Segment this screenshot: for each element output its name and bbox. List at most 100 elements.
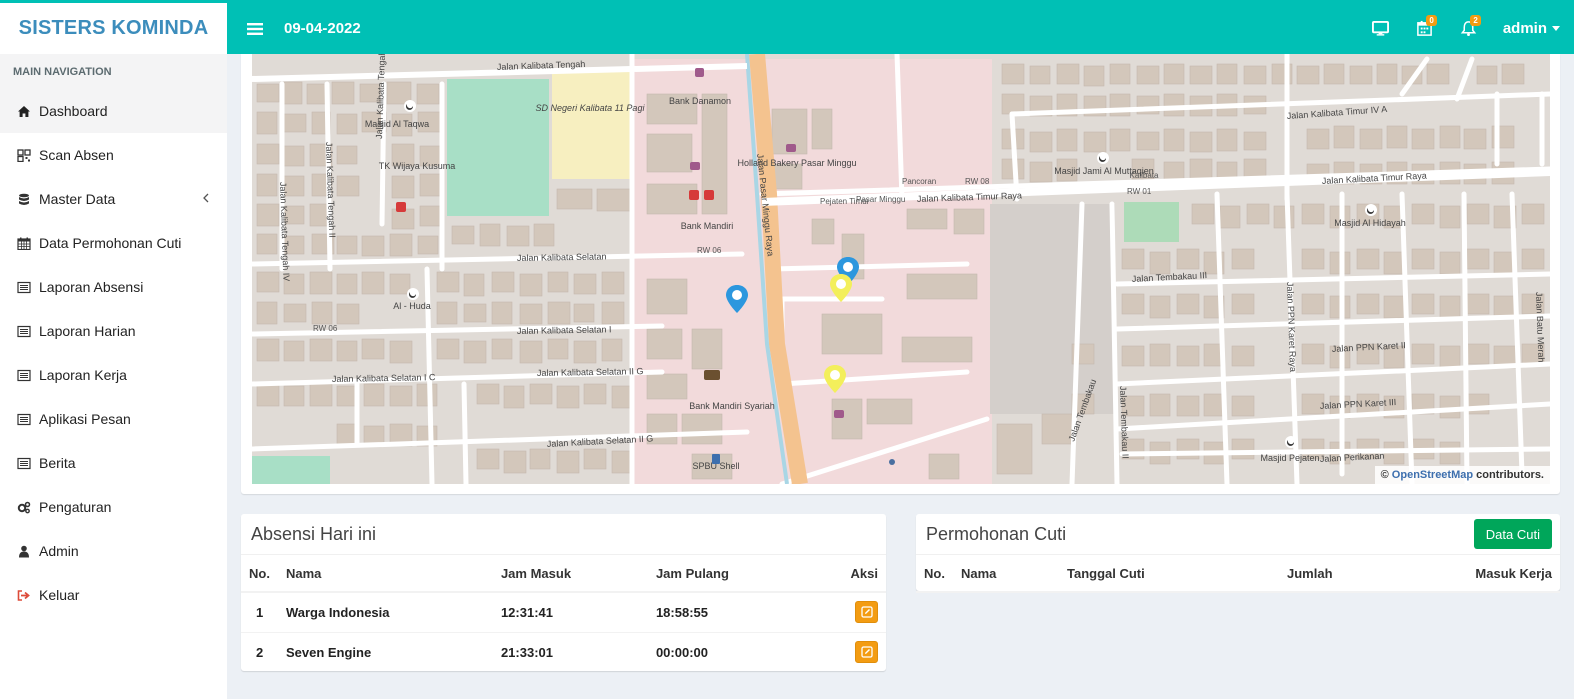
list-alt-icon [16, 324, 32, 338]
navbar: 09-04-2022 0 2 admin [227, 0, 1574, 54]
edit-button[interactable] [855, 601, 878, 624]
sidebar-item-dashboard[interactable]: Dashboard [0, 89, 227, 133]
hamburger-icon [247, 22, 263, 35]
map-label-jalan-kalibata-selatan-i: Jalan Kalibata Selatan I [517, 324, 612, 336]
user-icon [16, 544, 32, 558]
mosque-icon [1097, 152, 1109, 164]
map-label-rw-08: RW 08 [965, 177, 990, 186]
hospital-icon [396, 202, 406, 212]
list-alt-icon [16, 280, 32, 294]
sidebar-toggle-button[interactable] [235, 9, 275, 49]
home-icon [16, 104, 32, 118]
list-alt-icon [16, 412, 32, 426]
mosque-icon [1365, 204, 1377, 216]
absensi-title: Absensi Hari ini [241, 514, 886, 555]
sidebar-item-data-permohonan-cuti[interactable]: Data Permohonan Cuti [0, 221, 227, 265]
sidebar-item-scan-absen[interactable]: Scan Absen [0, 133, 227, 177]
notification-badge: 2 [1470, 14, 1481, 26]
user-menu[interactable]: admin [1491, 20, 1574, 37]
map-label-masjid-pejaten: Masjid Pejaten [1260, 453, 1319, 463]
brand-text[interactable]: SISTERS KOMINDA [19, 17, 209, 40]
col-jam-pulang: Jam Pulang [647, 555, 808, 593]
sidebar-item-label: Pengaturan [39, 499, 112, 515]
col-jam-masuk: Jam Masuk [492, 555, 648, 593]
row-jam-masuk: 21:33:01 [492, 631, 648, 672]
cuti-panel: Permohonan Cuti Data Cuti No. Nama Tangg… [916, 514, 1560, 593]
data-cuti-button[interactable]: Data Cuti [1473, 519, 1552, 549]
map-attribution: © OpenStreetMap contributors. [1374, 466, 1550, 484]
sidebar-item-label: Data Permohonan Cuti [39, 235, 182, 251]
shop-icon [786, 144, 796, 152]
map-label-sd-negeri: SD Negeri Kalibata 11 Pagi [536, 103, 646, 113]
fuel-icon [712, 454, 720, 464]
hospital-icon [689, 190, 699, 200]
col-jumlah: Jumlah [1279, 555, 1392, 593]
row-jam-masuk: 12:31:41 [492, 591, 648, 632]
list-alt-icon [16, 368, 32, 382]
table-header-row: No. Nama Jam Masuk Jam Pulang Aksi [241, 555, 886, 593]
table-row: 2 Seven Engine 21:33:01 00:00:00 [241, 631, 886, 672]
row-no: 2 [241, 631, 278, 672]
attribution-suffix: contributors. [1476, 469, 1544, 481]
map-label-kalibata: Kalibata [1130, 171, 1159, 180]
sidebar-item-laporan-kerja[interactable]: Laporan Kerja [0, 353, 227, 397]
database-icon [16, 192, 32, 206]
calendar-button[interactable]: 0 [1403, 9, 1447, 49]
table-header-row: No. Nama Tanggal Cuti Jumlah Masuk Kerja [916, 555, 1560, 593]
map-label-rw-06: RW 06 [313, 324, 338, 333]
navbar-right: 0 2 admin [1359, 3, 1574, 54]
copyright-symbol: © [1380, 469, 1389, 481]
sidebar-item-admin[interactable]: Admin [0, 529, 227, 573]
map-view[interactable]: Jalan Kalibata Tengah Masjid Al Taqwa TK… [252, 54, 1550, 484]
col-no: No. [241, 555, 278, 593]
sidebar-item-label: Dashboard [39, 103, 108, 119]
username: admin [1502, 20, 1547, 37]
col-aksi: Aksi [807, 555, 886, 593]
monitor-button[interactable] [1359, 9, 1403, 49]
map-label-pasar-minggu: Pasar Minggu [856, 195, 905, 204]
sidebar-item-label: Aplikasi Pesan [39, 411, 131, 427]
map-label-masjid-al-hidayah: Masjid Al Hidayah [1334, 218, 1406, 228]
map-label-pancoran: Pancoran [902, 177, 936, 186]
sidebar-item-label: Master Data [39, 191, 116, 207]
sidebar-item-laporan-absensi[interactable]: Laporan Absensi [0, 265, 227, 309]
caret-down-icon [1552, 26, 1560, 31]
map-label-rw-01: RW 01 [1127, 187, 1152, 196]
calendar-icon [16, 236, 32, 250]
logo[interactable]: SISTERS KOMINDA [0, 0, 227, 54]
openstreetmap-link[interactable]: OpenStreetMap [1392, 469, 1473, 481]
mosque-icon [407, 288, 419, 300]
row-jam-pulang: 18:58:55 [647, 591, 808, 632]
top-header: SISTERS KOMINDA 09-04-2022 0 2 admin [0, 0, 1574, 54]
sidebar-item-keluar[interactable]: Keluar [0, 573, 227, 617]
pharmacy-icon [704, 190, 714, 200]
map-label-jalan-kalibata-selatan: Jalan Kalibata Selatan [517, 251, 607, 263]
col-tanggal-cuti: Tanggal Cuti [1059, 555, 1279, 593]
cuti-table: No. Nama Tanggal Cuti Jumlah Masuk Kerja [916, 555, 1560, 593]
sidebar-item-aplikasi-pesan[interactable]: Aplikasi Pesan [0, 397, 227, 441]
table-row: 1 Warga Indonesia 12:31:41 18:58:55 [241, 591, 886, 632]
col-masuk-kerja: Masuk Kerja [1391, 555, 1560, 593]
sidebar-item-berita[interactable]: Berita [0, 441, 227, 485]
absensi-panel: Absensi Hari ini No. Nama Jam Masuk Jam … [241, 514, 886, 672]
park-area [447, 79, 549, 216]
sign-out-icon [16, 588, 32, 602]
edit-icon [860, 606, 873, 618]
qrcode-icon [16, 148, 32, 162]
col-no: No. [916, 555, 953, 593]
sidebar-item-pengaturan[interactable]: Pengaturan [0, 485, 227, 529]
absensi-table: No. Nama Jam Masuk Jam Pulang Aksi 1 War… [241, 555, 886, 672]
map-label-bank-mandiri: Bank Mandiri [681, 221, 734, 231]
notifications-button[interactable]: 2 [1447, 9, 1491, 49]
map-label-bank-mandiri-syariah: Bank Mandiri Syariah [689, 401, 775, 411]
car-icon [690, 162, 700, 170]
map-label-jalan-kalibata-selatan-iig-east: Jalan Kalibata Selatan II G [537, 366, 644, 378]
calendar-badge: 0 [1426, 14, 1437, 26]
map-label-holland-bakery: Holland Bakery Pasar Minggu [737, 158, 856, 168]
cuti-title: Permohonan Cuti [926, 523, 1067, 544]
street-map[interactable]: Jalan Kalibata Tengah Masjid Al Taqwa TK… [252, 54, 1550, 484]
sidebar-item-master-data[interactable]: Master Data [0, 177, 227, 221]
mosque-icon [404, 100, 416, 112]
sidebar-item-laporan-harian[interactable]: Laporan Harian [0, 309, 227, 353]
edit-button[interactable] [855, 641, 878, 664]
